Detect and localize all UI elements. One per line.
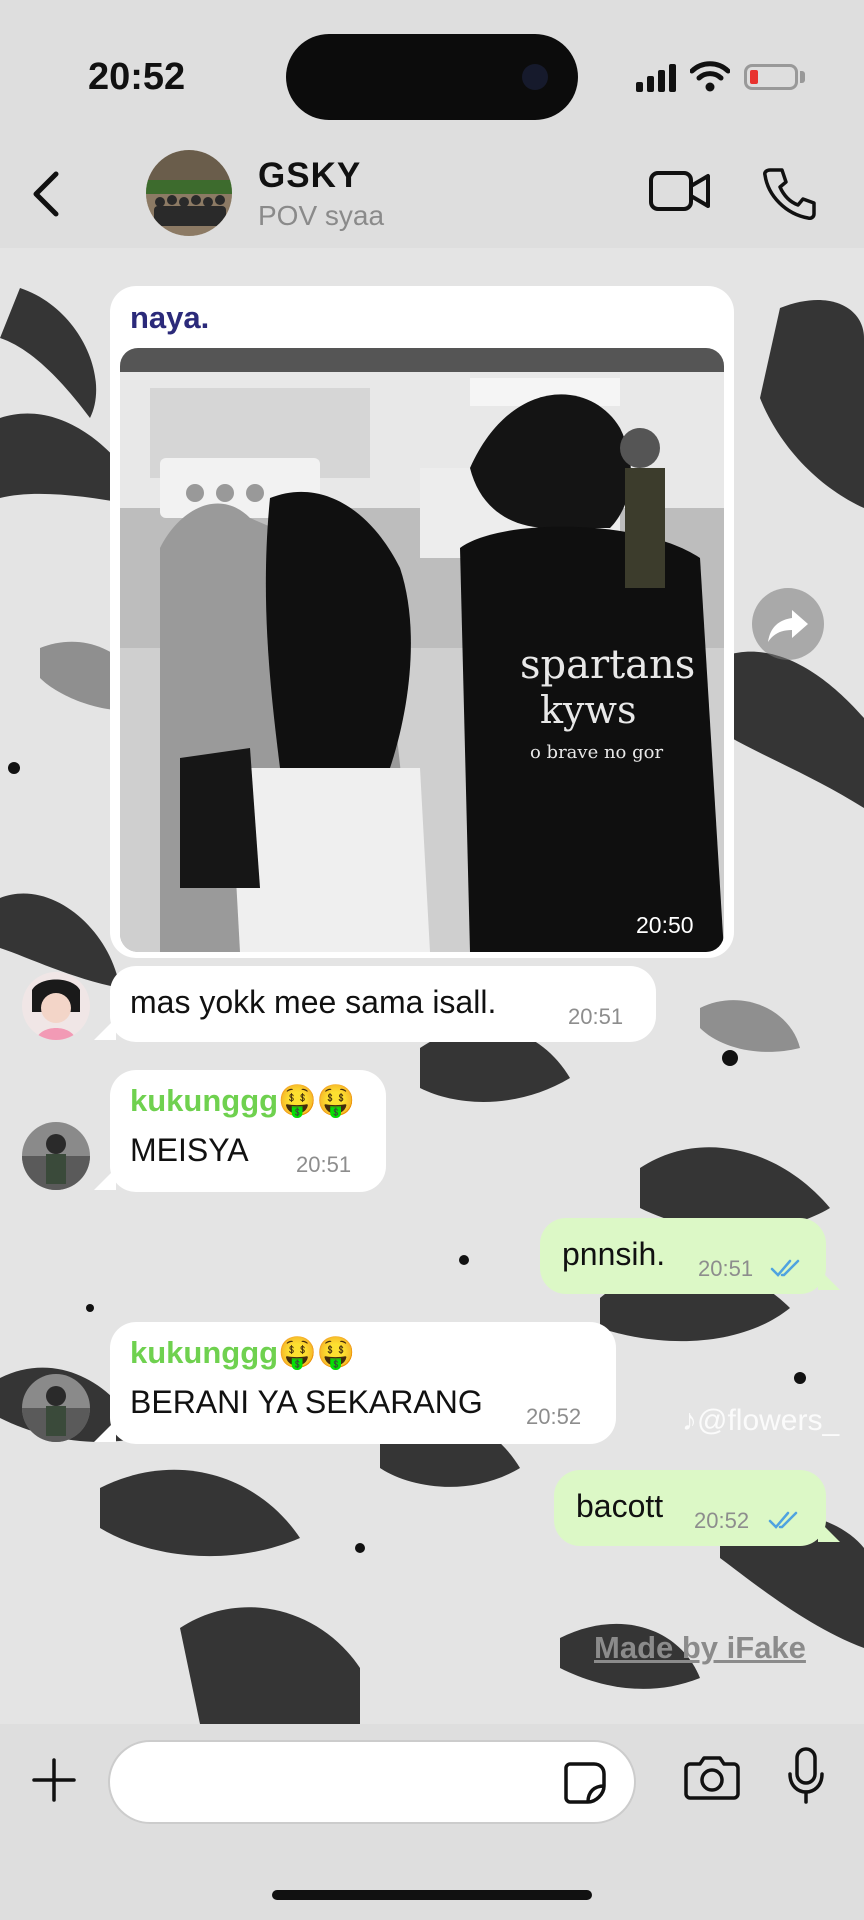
front-camera-icon xyxy=(522,64,548,90)
plus-icon[interactable] xyxy=(30,1756,78,1804)
svg-text:o brave no gor: o brave no gor xyxy=(530,742,663,763)
group-avatar[interactable] xyxy=(146,150,232,236)
message-sender: naya. xyxy=(130,300,210,335)
status-time: 20:52 xyxy=(88,56,186,98)
sender-avatar[interactable] xyxy=(22,1122,90,1190)
message-time: 20:51 xyxy=(296,1152,352,1177)
tiktok-watermark: ♪@flowers_ xyxy=(682,1404,840,1437)
forward-button[interactable] xyxy=(752,588,824,660)
battery-level xyxy=(750,70,758,84)
message-bubble[interactable]: kukunggg🤑🤑 MEISYA 20:51 xyxy=(110,1070,386,1192)
message-bubble[interactable]: kukunggg🤑🤑 BERANI YA SEKARANG 20:52 xyxy=(110,1322,616,1444)
outgoing-message-bubble[interactable]: pnnsih. 20:51 xyxy=(540,1218,826,1294)
cellular-signal-icon xyxy=(636,64,676,92)
message-text: MEISYA xyxy=(130,1132,249,1168)
home-indicator[interactable] xyxy=(272,1890,592,1900)
microphone-icon[interactable] xyxy=(786,1746,826,1806)
battery-tip xyxy=(800,71,805,83)
status-bar: 20:52 xyxy=(0,0,864,140)
message-bubble[interactable]: mas yokk mee sama isall. 20:51 xyxy=(110,966,656,1042)
phone-icon[interactable] xyxy=(762,166,816,220)
message-text: mas yokk mee sama isall. xyxy=(130,984,497,1020)
sender-avatar[interactable] xyxy=(22,972,90,1040)
sender-avatar[interactable] xyxy=(22,1374,90,1442)
message-input[interactable] xyxy=(108,1740,636,1824)
dynamic-island xyxy=(286,34,578,120)
svg-text:spartans: spartans xyxy=(520,642,695,688)
made-by-watermark: Made by iFake xyxy=(594,1630,806,1665)
shared-photo: spartans kyws o brave no gor xyxy=(120,348,724,952)
chat-header: GSKY POV syaa xyxy=(0,140,864,248)
message-text: bacott xyxy=(576,1488,664,1524)
chat-title[interactable]: GSKY xyxy=(258,156,361,196)
message-sender: kukunggg🤑🤑 xyxy=(130,1083,356,1118)
message-time: 20:51 xyxy=(698,1256,754,1281)
video-camera-icon[interactable] xyxy=(648,168,712,214)
read-receipt-icon xyxy=(770,1259,800,1277)
message-text: BERANI YA SEKARANG xyxy=(130,1384,483,1420)
message-time: 20:50 xyxy=(636,912,694,938)
sticker-icon[interactable] xyxy=(562,1760,608,1806)
message-time: 20:51 xyxy=(568,1004,624,1029)
message-sender: kukunggg🤑🤑 xyxy=(130,1335,356,1370)
svg-text:kyws: kyws xyxy=(540,688,637,732)
back-chevron-icon[interactable] xyxy=(20,166,76,222)
read-receipt-icon xyxy=(768,1511,798,1529)
image-message-bubble[interactable]: naya. spartans kyws o brave no gor 20:50 xyxy=(110,286,734,958)
message-text: pnnsih. xyxy=(562,1236,666,1272)
battery-icon xyxy=(744,64,798,90)
message-time: 20:52 xyxy=(526,1404,582,1429)
camera-icon[interactable] xyxy=(684,1754,740,1800)
wifi-icon xyxy=(690,61,730,92)
outgoing-message-bubble[interactable]: bacott 20:52 xyxy=(554,1470,826,1546)
chat-subtitle: POV syaa xyxy=(258,200,385,231)
photo-attachment[interactable]: spartans kyws o brave no gor 20:50 xyxy=(120,348,724,952)
forward-arrow-icon xyxy=(768,610,808,642)
message-time: 20:52 xyxy=(694,1508,750,1533)
